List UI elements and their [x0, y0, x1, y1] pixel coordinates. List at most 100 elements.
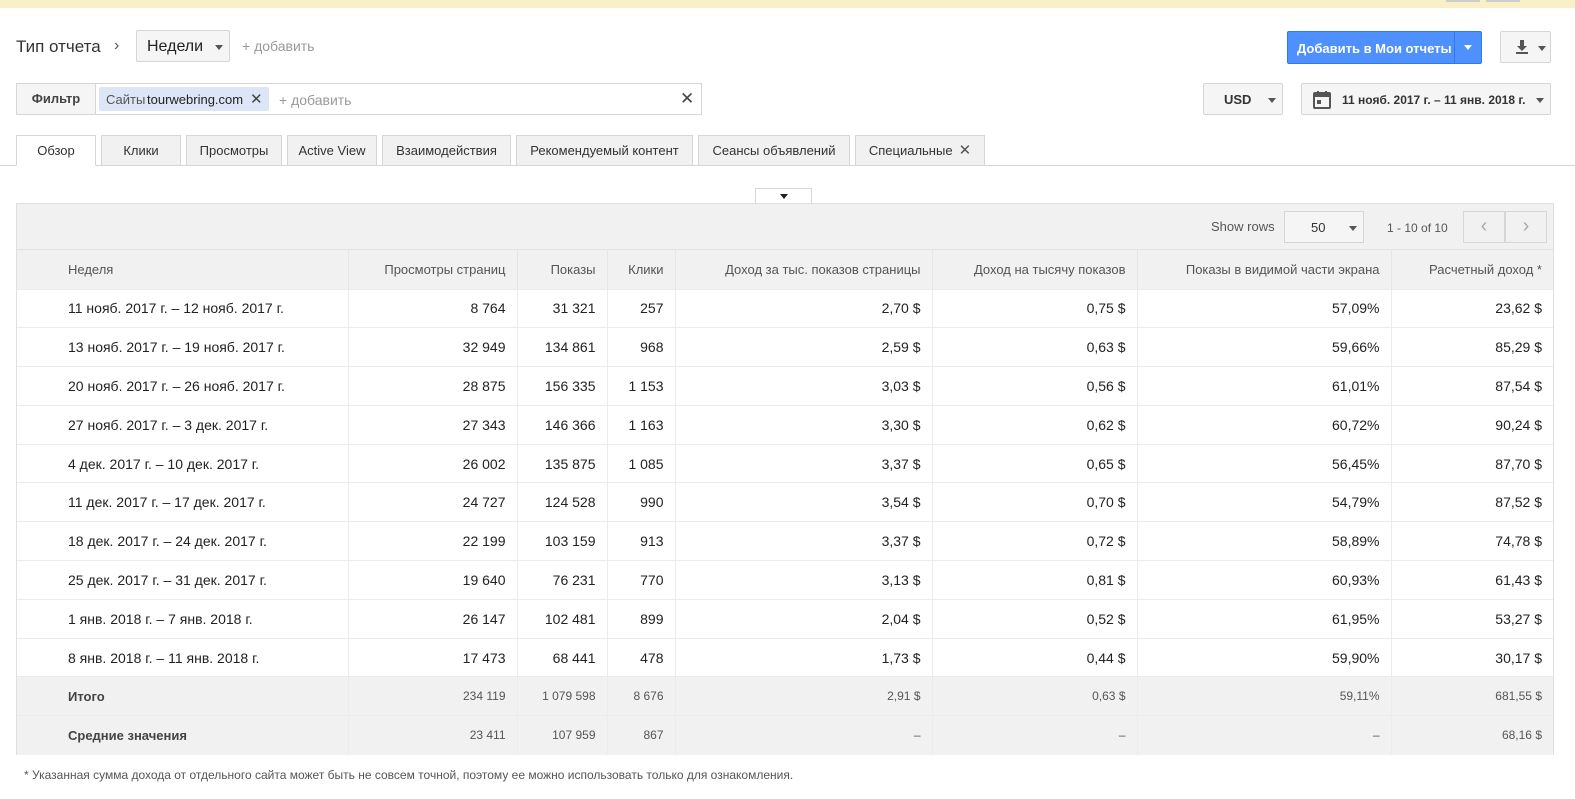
cell-impressions: 76 231 — [517, 560, 608, 600]
download-button[interactable] — [1500, 31, 1551, 63]
averages-row-cell-page-rpm: – — [675, 715, 933, 755]
cell-week: 18 дек. 2017 г. – 24 дек. 2017 г. — [17, 521, 349, 561]
cell-week: 11 нояб. 2017 г. – 12 нояб. 2017 г. — [17, 288, 349, 328]
filter-label: Фильтр — [17, 84, 96, 114]
cell-viewability: 54,79% — [1137, 482, 1392, 522]
banner-button[interactable] — [1446, 0, 1480, 2]
chevron-down-icon — [1538, 46, 1546, 51]
close-icon[interactable]: ✕ — [250, 90, 263, 108]
tab-clicks[interactable]: Клики — [101, 135, 181, 166]
column-header-page-rpm[interactable]: Доход за тыс. показов страницы — [675, 250, 933, 289]
cell-impressions: 124 528 — [517, 482, 608, 522]
totals-row-cell-impression-rpm: 0,63 $ — [932, 676, 1138, 716]
column-header-clicks[interactable]: Клики — [607, 250, 676, 289]
column-header-impressions[interactable]: Показы — [517, 250, 608, 289]
cell-page-views: 8 764 — [348, 288, 518, 328]
cell-viewability: 61,95% — [1137, 598, 1392, 639]
column-header-estimated-earnings[interactable]: Расчетный доход * — [1391, 250, 1553, 289]
next-page-button[interactable]: › — [1505, 211, 1547, 243]
cell-page-rpm: 1,73 $ — [675, 637, 933, 677]
averages-row-cell-week: Средние значения — [17, 715, 349, 755]
averages-row-cell-estimated-earnings: 68,16 $ — [1391, 715, 1553, 755]
totals-row-cell-page-views: 234 119 — [348, 676, 518, 716]
table-row: 1 янв. 2018 г. – 7 янв. 2018 г. 26 147 102… — [17, 598, 1553, 639]
cell-viewability: 59,66% — [1137, 327, 1392, 367]
show-rows-label: Show rows — [1211, 219, 1275, 234]
tab-overview[interactable]: Обзор — [16, 135, 96, 166]
tab-interactions[interactable]: Взаимодействия — [382, 135, 511, 166]
averages-row-cell-impressions: 107 959 — [517, 715, 608, 755]
cell-viewability: 56,45% — [1137, 443, 1392, 483]
rows-per-page-select[interactable]: 50 — [1284, 211, 1364, 243]
currency-select[interactable]: USD — [1203, 83, 1283, 115]
cell-estimated-earnings: 87,52 $ — [1391, 482, 1553, 522]
column-header-impression-rpm[interactable]: Доход на тысячу показов — [932, 250, 1138, 289]
collapse-chart-button[interactable] — [755, 188, 812, 204]
chevron-down-icon[interactable] — [1464, 45, 1472, 50]
tab-ad-sessions[interactable]: Сеансы объявлений — [698, 135, 850, 166]
cell-clicks: 1 085 — [607, 443, 676, 483]
table-row: 11 дек. 2017 г. – 17 дек. 2017 г. 24 727 1… — [17, 482, 1553, 522]
cell-estimated-earnings: 23,62 $ — [1391, 288, 1553, 328]
totals-row-cell-impressions: 1 079 598 — [517, 676, 608, 716]
tab-custom[interactable]: Специальные ✕ — [855, 135, 985, 166]
calendar-icon — [1312, 90, 1332, 115]
cell-impression-rpm: 0,44 $ — [932, 637, 1138, 677]
cell-page-rpm: 3,37 $ — [675, 521, 933, 561]
cell-clicks: 257 — [607, 288, 676, 328]
cell-viewability: 60,93% — [1137, 560, 1392, 600]
cell-clicks: 899 — [607, 598, 676, 639]
cell-impression-rpm: 0,62 $ — [932, 404, 1138, 445]
filter-bar: Фильтр Сайты tourwebring.com ✕ + добавит… — [16, 83, 702, 115]
cell-week: 13 нояб. 2017 г. – 19 нояб. 2017 г. — [17, 327, 349, 367]
table-row: 4 дек. 2017 г. – 10 дек. 2017 г. 26 002 13… — [17, 443, 1553, 483]
notification-banner — [0, 0, 1575, 8]
cell-week: 25 дек. 2017 г. – 31 дек. 2017 г. — [17, 560, 349, 600]
cell-impression-rpm: 0,75 $ — [932, 288, 1138, 328]
cell-page-views: 24 727 — [348, 482, 518, 522]
column-header-viewability[interactable]: Показы в видимой части экрана — [1137, 250, 1392, 289]
cell-page-rpm: 2,70 $ — [675, 288, 933, 328]
tab-recommended-content[interactable]: Рекомендуемый контент — [516, 135, 693, 166]
averages-row-cell-page-views: 23 411 — [348, 715, 518, 755]
close-icon[interactable]: ✕ — [959, 142, 972, 159]
cell-estimated-earnings: 61,43 $ — [1391, 560, 1553, 600]
filter-chip-sites[interactable]: Сайты tourwebring.com ✕ — [99, 87, 269, 111]
add-to-my-reports-button[interactable]: Добавить в Мои отчеты — [1287, 31, 1482, 64]
totals-row-cell-viewability: 59,11% — [1137, 676, 1392, 716]
filter-add-input[interactable]: + добавить — [279, 92, 351, 108]
dimension-select[interactable]: Недели — [136, 30, 230, 62]
tab-custom-label: Специальные — [868, 143, 953, 158]
cell-impressions: 134 861 — [517, 327, 608, 367]
cell-impressions: 103 159 — [517, 521, 608, 561]
breadcrumb-chevron-icon: › — [114, 37, 120, 54]
cell-page-views: 19 640 — [348, 560, 518, 600]
cell-impression-rpm: 0,72 $ — [932, 521, 1138, 561]
totals-row-cell-clicks: 8 676 — [607, 676, 676, 716]
date-range-picker[interactable]: 11 нояб. 2017 г. – 11 янв. 2018 г. — [1301, 83, 1551, 115]
cell-impression-rpm: 0,56 $ — [932, 366, 1138, 406]
tab-views[interactable]: Просмотры — [186, 135, 282, 166]
button-divider — [1454, 32, 1455, 63]
clear-filter-icon[interactable]: ✕ — [680, 89, 694, 109]
chevron-down-icon — [1349, 226, 1357, 231]
cell-estimated-earnings: 87,70 $ — [1391, 443, 1553, 483]
cell-impression-rpm: 0,70 $ — [932, 482, 1138, 522]
add-dimension-link[interactable]: + добавить — [242, 38, 314, 54]
totals-row: Итого 234 119 1 079 598 8 676 2,91 $0,63 $59… — [17, 676, 1553, 716]
totals-row-cell-week: Итого — [17, 676, 349, 716]
cell-impressions: 156 335 — [517, 366, 608, 406]
column-header-week[interactable]: Неделя — [17, 250, 349, 289]
cell-week: 20 нояб. 2017 г. – 26 нояб. 2017 г. — [17, 366, 349, 406]
currency-value: USD — [1224, 92, 1252, 107]
download-icon — [1514, 39, 1530, 60]
prev-page-button[interactable]: ‹ — [1463, 211, 1505, 243]
column-header-page-views[interactable]: Просмотры страниц — [348, 250, 518, 289]
cell-impressions: 31 321 — [517, 288, 608, 328]
tab-active-view[interactable]: Active View — [287, 135, 377, 166]
banner-button[interactable] — [1486, 0, 1520, 2]
dimension-value: Недели — [147, 38, 204, 55]
cell-clicks: 990 — [607, 482, 676, 522]
cell-impressions: 102 481 — [517, 598, 608, 639]
cell-page-views: 17 473 — [348, 637, 518, 677]
